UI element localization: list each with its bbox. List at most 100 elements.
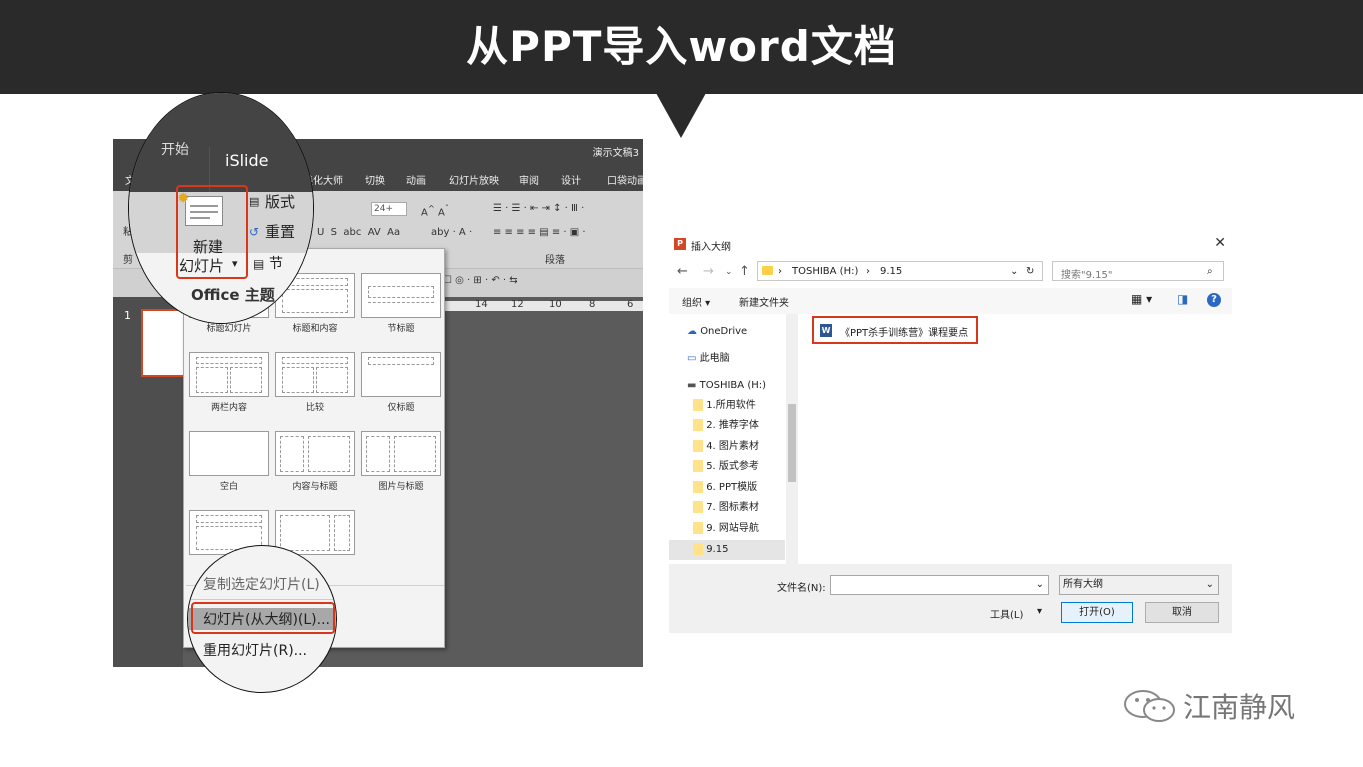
section-button[interactable]: 节 xyxy=(269,253,283,273)
cloud-icon: ☁ xyxy=(687,326,697,337)
tab-animations[interactable]: 动画 xyxy=(406,172,426,187)
paragraph-group-label: 段落 xyxy=(545,255,565,266)
duplicate-slide-command[interactable]: 复制选定幻灯片(L) xyxy=(203,574,320,594)
nav-folder[interactable]: 4. 图片素材 xyxy=(693,437,785,457)
layout-content-caption[interactable] xyxy=(275,431,355,476)
font-color-icon[interactable]: aby · A · xyxy=(431,227,472,238)
align-icons[interactable]: ≡ ≡ ≡ ≡ ▤ ≡ · ▣ · xyxy=(493,227,586,238)
folder-icon xyxy=(693,440,703,452)
search-icon: ⌕ xyxy=(1207,266,1213,277)
folder-icon xyxy=(693,543,703,555)
up-arrow-icon[interactable]: ↑ xyxy=(739,264,750,279)
tab-pocket-animation[interactable]: 口袋动画 xyxy=(607,172,643,187)
insert-outline-dialog: P 插入大纲 ✕ ← → ⌄ ↑ › TOSHIBA (H:) › 9.15 ⌄… xyxy=(669,232,1232,633)
nav-folder[interactable]: 2. 推荐字体 xyxy=(693,416,785,436)
cancel-button[interactable]: 取消 xyxy=(1145,602,1219,623)
layout-two-content[interactable] xyxy=(189,352,269,397)
watermark: 江南静风 xyxy=(1121,686,1321,726)
navigation-pane: ☁ OneDrive ▭ 此电脑 ▬ TOSHIBA (H:) 1.所用软件 2… xyxy=(669,314,799,564)
tab-review[interactable]: 审阅 xyxy=(519,172,539,187)
nav-folder[interactable]: 7. 图标素材 xyxy=(693,498,785,518)
layout-label: 比较 xyxy=(305,403,324,413)
layout-icon: ▤ xyxy=(249,195,260,208)
path-segment-drive[interactable]: TOSHIBA (H:) xyxy=(792,266,858,277)
ruler-number: 6 xyxy=(627,299,634,310)
magnifier-outline-command: 复制选定幻灯片(L) 幻灯片(从大纲)(L)... 重用幻灯片(R)... xyxy=(187,545,337,693)
search-input[interactable]: 搜索"9.15" ⌕ xyxy=(1052,261,1224,281)
nav-folder[interactable]: 5. 版式参考 xyxy=(693,457,785,477)
layout-comparison[interactable] xyxy=(275,352,355,397)
tab-home[interactable]: 开始 xyxy=(161,139,189,159)
path-dropdown-icon[interactable]: ⌄ xyxy=(1010,266,1018,277)
tab-design[interactable]: 设计 xyxy=(561,172,581,187)
path-segment-folder[interactable]: 9.15 xyxy=(880,266,902,277)
tools-dropdown-icon[interactable]: ▾ xyxy=(1037,606,1042,617)
layout-blank[interactable] xyxy=(189,431,269,476)
folder-icon xyxy=(693,399,703,411)
slide-title: 从PPT导入word文档 xyxy=(466,22,897,71)
reset-button[interactable]: 重置 xyxy=(265,221,295,242)
font-format-icons[interactable]: U S abc AV Aa xyxy=(317,227,406,238)
slide-header: 从PPT导入word文档 xyxy=(0,0,1363,94)
chevron-down-icon[interactable]: ⌄ xyxy=(1036,576,1044,594)
reuse-slides-command[interactable]: 重用幻灯片(R)... xyxy=(203,640,307,660)
folder-icon xyxy=(693,481,703,493)
layout-label: 仅标题 xyxy=(387,403,415,413)
refresh-icon[interactable]: ↻ xyxy=(1026,266,1034,277)
nav-drive[interactable]: ▬ TOSHIBA (H:) xyxy=(687,376,766,396)
path-box[interactable]: › TOSHIBA (H:) › 9.15 ⌄ ↻ xyxy=(757,261,1043,281)
filetype-select[interactable]: 所有大纲 ⌄ xyxy=(1059,575,1219,595)
chevron-down-icon[interactable]: ⌄ xyxy=(1206,576,1214,594)
organize-button[interactable]: 组织 ▾ xyxy=(682,294,710,309)
close-icon[interactable]: ✕ xyxy=(1214,235,1226,251)
dialog-footer: 文件名(N): ⌄ 所有大纲 ⌄ 工具(L) ▾ 打开(O) 取消 xyxy=(669,564,1232,633)
layout-button[interactable]: 版式 xyxy=(265,191,295,212)
back-arrow-icon[interactable]: ← xyxy=(677,264,688,279)
font-size-box[interactable]: 24+ xyxy=(371,202,407,216)
layout-label: 内容与标题 xyxy=(292,482,338,492)
nav-folder[interactable]: 9. 网站导航 xyxy=(693,519,785,539)
tab-slideshow[interactable]: 幻灯片放映 xyxy=(449,172,499,187)
document-title: 演示文稿3 xyxy=(592,148,639,159)
ruler-number: 14 xyxy=(475,299,488,310)
open-button[interactable]: 打开(O) xyxy=(1061,602,1133,623)
layout-section-header[interactable] xyxy=(361,273,441,318)
list-icons[interactable]: ☰ · ☰ · ⇤ ⇥ ↕ · Ⅲ · xyxy=(493,203,584,214)
nav-this-pc[interactable]: ▭ 此电脑 xyxy=(687,349,730,369)
wechat-icon xyxy=(1124,690,1175,722)
search-placeholder: 搜索"9.15" xyxy=(1061,270,1113,281)
forward-arrow-icon[interactable]: → xyxy=(703,264,714,279)
grow-font-icon[interactable]: A^ Aˇ xyxy=(421,203,449,218)
layout-label: 节标题 xyxy=(387,324,415,334)
folder-icon xyxy=(693,522,703,534)
file-item-outline[interactable]: W 《PPT杀手训练营》课程要点 xyxy=(812,316,978,344)
layout-picture-caption[interactable] xyxy=(361,431,441,476)
layout-label: 空白 xyxy=(219,482,238,492)
help-icon[interactable]: ? xyxy=(1207,293,1221,307)
address-bar: ← → ⌄ ↑ › TOSHIBA (H:) › 9.15 ⌄ ↻ 搜索"9.1… xyxy=(669,260,1232,286)
folder-icon xyxy=(693,419,703,431)
recent-chevron-icon[interactable]: ⌄ xyxy=(725,267,733,277)
drive-icon: ▬ xyxy=(687,380,697,391)
nav-onedrive[interactable]: ☁ OneDrive xyxy=(687,322,747,342)
watermark-text: 江南静风 xyxy=(1183,691,1296,724)
reset-icon: ↺ xyxy=(249,225,260,239)
filename-input[interactable]: ⌄ xyxy=(830,575,1049,595)
drawing-tools-icons[interactable]: ☐ ◎ · ⊞ · ↶ · ⇆ xyxy=(443,275,518,286)
nav-folder[interactable]: 1.所用软件 xyxy=(693,396,785,416)
powerpoint-logo-icon: P xyxy=(674,238,686,250)
tab-transitions[interactable]: 切换 xyxy=(365,172,385,187)
tab-islide-label[interactable]: iSlide xyxy=(225,151,269,170)
view-options-icon[interactable]: ▦ ▾ xyxy=(1131,292,1152,306)
nav-scrollbar-thumb[interactable] xyxy=(788,404,796,482)
ruler-number: 8 xyxy=(589,299,596,310)
nav-folder[interactable]: 6. PPT模版 xyxy=(693,478,785,498)
slide-canvas xyxy=(443,311,643,667)
tools-button[interactable]: 工具(L) xyxy=(990,606,1023,621)
layout-title-only[interactable] xyxy=(361,352,441,397)
dialog-title: 插入大纲 xyxy=(691,242,731,253)
preview-pane-icon[interactable]: ◨ xyxy=(1177,292,1188,306)
new-folder-button[interactable]: 新建文件夹 xyxy=(739,294,789,309)
nav-folder-selected[interactable]: 9.15 xyxy=(669,540,785,560)
horizontal-ruler xyxy=(443,301,643,311)
